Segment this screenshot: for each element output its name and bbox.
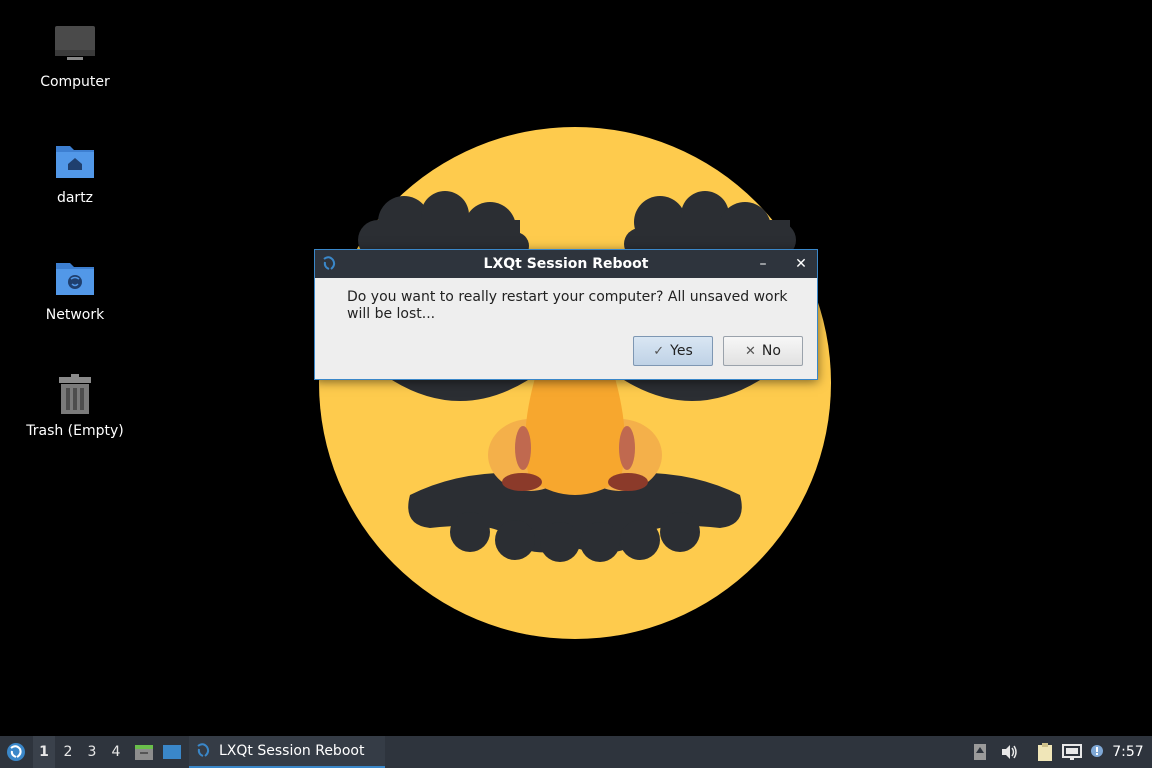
workspace-2[interactable]: 2 — [57, 736, 79, 768]
reboot-dialog: LXQt Session Reboot – ✕ Do you want to r… — [314, 249, 818, 380]
notification-button[interactable] — [1088, 736, 1108, 768]
desktop-icon-home[interactable]: dartz — [10, 140, 140, 206]
trash-icon — [59, 374, 91, 414]
network-folder-icon — [56, 263, 94, 295]
volume-icon — [1002, 745, 1017, 759]
lxqt-menu-icon — [7, 743, 25, 761]
no-button-label: No — [761, 343, 781, 359]
close-button[interactable]: ✕ — [791, 254, 811, 274]
x-icon: ✕ — [745, 343, 756, 359]
no-button[interactable]: ✕ No — [723, 336, 803, 366]
lxqt-task-icon — [197, 743, 210, 757]
taskbar-task-reboot[interactable]: LXQt Session Reboot — [189, 736, 385, 768]
workspace-1[interactable]: 1 — [33, 736, 55, 768]
taskbar: 1 2 3 4 LXQt Session Reboot 7:57 — [0, 736, 1152, 768]
lxqt-icon — [323, 256, 336, 270]
clipboard-button[interactable] — [1034, 736, 1056, 768]
desktop-icon-trash[interactable]: Trash (Empty) — [10, 373, 140, 439]
workspace-4[interactable]: 4 — [105, 736, 127, 768]
show-desktop-button[interactable] — [160, 736, 184, 768]
yes-button-label: Yes — [670, 343, 693, 359]
dialog-titlebar[interactable]: LXQt Session Reboot – ✕ — [315, 250, 817, 278]
task-label: LXQt Session Reboot — [219, 743, 365, 759]
dialog-title: LXQt Session Reboot — [483, 256, 649, 272]
desktop-icon — [163, 745, 181, 759]
home-folder-icon — [56, 146, 94, 178]
file-manager-launcher[interactable] — [132, 736, 156, 768]
file-manager-icon — [135, 745, 153, 760]
check-icon: ✓ — [653, 343, 665, 359]
volume-button[interactable] — [998, 736, 1020, 768]
arrow-up-icon — [974, 744, 986, 760]
clock[interactable]: 7:57 — [1110, 736, 1146, 768]
desktop-icon-label: dartz — [56, 190, 94, 206]
desktop-icon-network[interactable]: Network — [10, 257, 140, 323]
yes-button[interactable]: ✓ Yes — [633, 336, 713, 366]
minimize-button[interactable]: – — [753, 254, 773, 274]
clipboard-icon — [1038, 743, 1052, 761]
desktop-icon-computer[interactable]: Computer — [10, 24, 140, 90]
info-icon — [1091, 745, 1103, 757]
network-button[interactable] — [1060, 736, 1084, 768]
dialog-message: Do you want to really restart your compu… — [347, 289, 788, 322]
tray-updown-button[interactable] — [970, 736, 990, 768]
workspace-3[interactable]: 3 — [81, 736, 103, 768]
main-menu-button[interactable] — [0, 736, 32, 768]
desktop-icon-label: Computer — [40, 74, 110, 90]
desktop-icon-label: Network — [45, 307, 105, 323]
network-icon — [1062, 744, 1082, 760]
computer-icon — [55, 26, 95, 60]
desktop-icon-label: Trash (Empty) — [26, 423, 124, 439]
